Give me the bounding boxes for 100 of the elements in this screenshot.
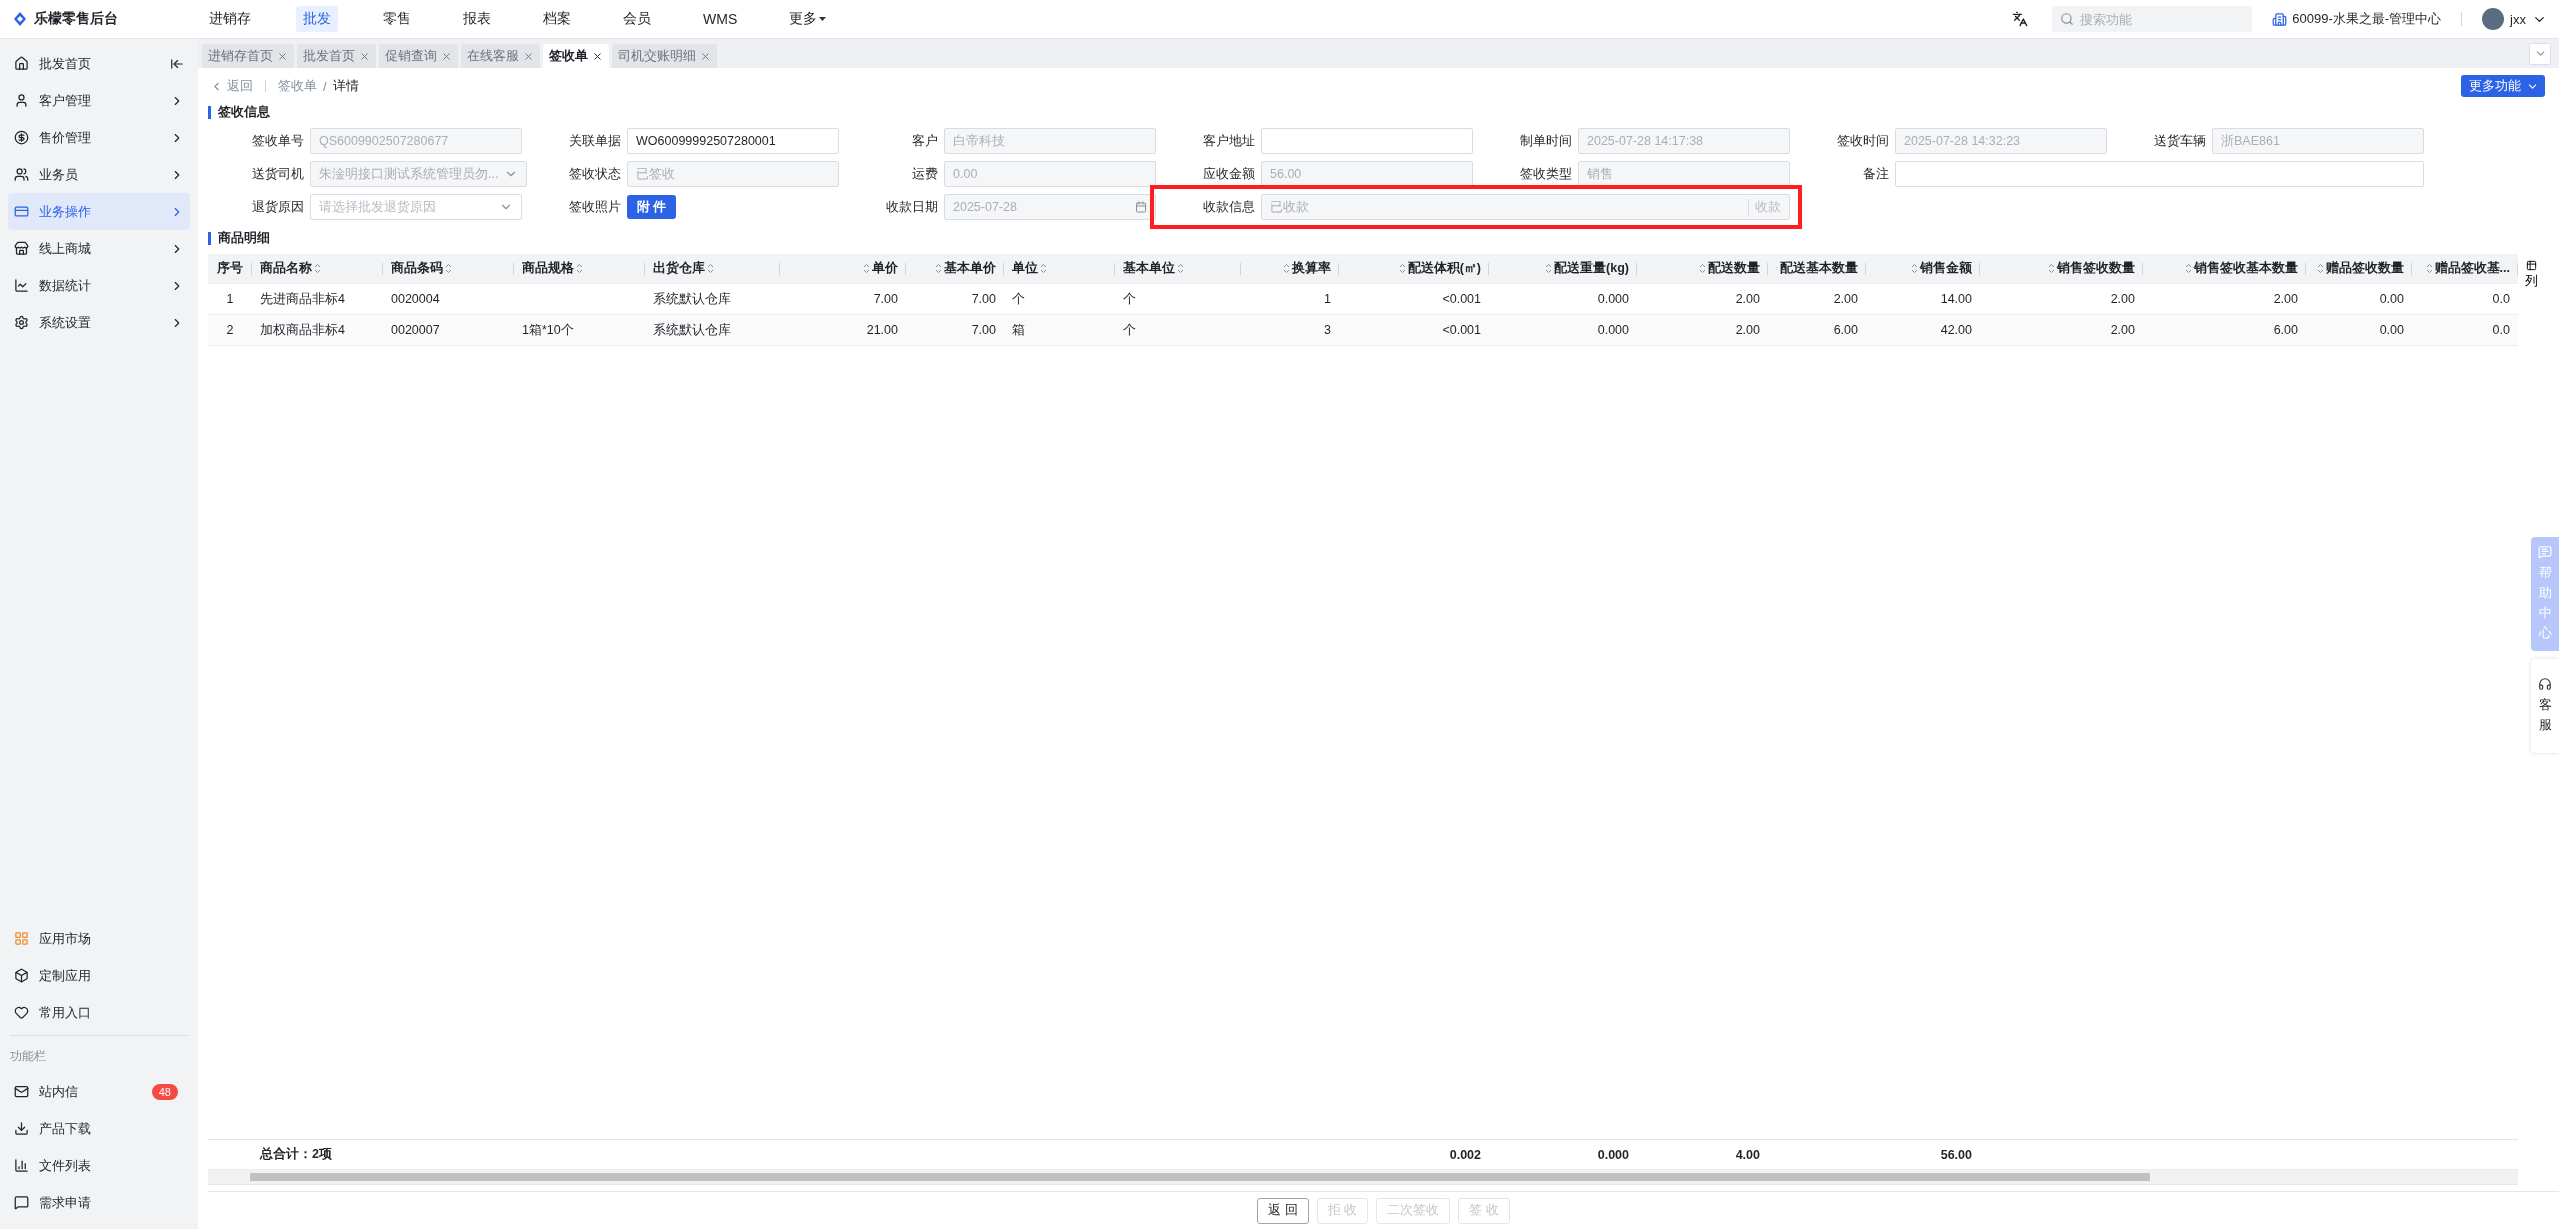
- nav-menu-item[interactable]: 批发: [296, 6, 338, 32]
- sidebar-item[interactable]: 业务操作: [8, 193, 190, 230]
- table-cell-text: 加权商品非标4: [259, 321, 346, 339]
- footer-button[interactable]: 返 回: [1257, 1197, 1309, 1224]
- sort-icon[interactable]: [1398, 263, 1406, 274]
- field-label: 备注: [1862, 165, 1889, 183]
- column-header[interactable]: 商品规格: [514, 254, 645, 283]
- page-tab[interactable]: 司机交账明细: [612, 44, 717, 68]
- column-header[interactable]: 商品条码: [383, 254, 514, 283]
- customer-service-tab[interactable]: 客服: [2531, 659, 2559, 753]
- sort-icon[interactable]: [1177, 263, 1184, 274]
- collapse-sidebar-icon[interactable]: [170, 56, 184, 71]
- attachment-button[interactable]: 附 件: [627, 195, 677, 219]
- column-header[interactable]: 单位: [1004, 254, 1115, 283]
- user-avatar[interactable]: [2482, 8, 2505, 30]
- settings-icon: [14, 315, 29, 330]
- column-header[interactable]: 基本单价: [906, 254, 1004, 283]
- table-cell-text: 2.00: [2109, 291, 2136, 308]
- field-label: 关联单据: [568, 132, 621, 150]
- column-header[interactable]: 赠品签收数量: [2306, 254, 2412, 283]
- nav-menu-item[interactable]: WMS: [696, 7, 745, 31]
- field-label: 签收类型: [1519, 165, 1572, 183]
- sidebar-item[interactable]: 线上商城: [8, 230, 190, 267]
- page-tab[interactable]: 促销查询: [379, 44, 458, 68]
- column-header[interactable]: 配送重量(kg): [1489, 254, 1637, 283]
- more-functions-button[interactable]: 更多功能: [2461, 75, 2545, 97]
- nav-menu-item[interactable]: 更多: [782, 6, 834, 32]
- sort-icon[interactable]: [935, 263, 942, 274]
- column-header[interactable]: 配送基本数量: [1768, 254, 1866, 283]
- column-header[interactable]: 商品名称: [252, 254, 383, 283]
- sort-icon[interactable]: [314, 263, 321, 274]
- logo-icon: [12, 11, 28, 27]
- sort-icon[interactable]: [707, 263, 714, 274]
- tab-menu-button[interactable]: [2529, 42, 2551, 65]
- sidebar-item[interactable]: 业务员: [8, 156, 190, 193]
- sidebar-item[interactable]: 站内信 48: [8, 1073, 190, 1110]
- sort-icon[interactable]: [2425, 263, 2433, 274]
- page-tab[interactable]: 批发首页: [297, 44, 376, 68]
- sidebar-item[interactable]: 数据统计: [8, 267, 190, 304]
- page-tab[interactable]: 进销存首页: [202, 44, 294, 68]
- field-label: 退货原因: [251, 198, 304, 216]
- table-icon: [2525, 260, 2537, 271]
- sidebar-item[interactable]: 文件列表: [8, 1147, 190, 1184]
- sort-icon[interactable]: [576, 263, 583, 274]
- sort-icon[interactable]: [1283, 263, 1290, 274]
- sidebar-item[interactable]: 常用入口: [8, 994, 190, 1031]
- sort-icon[interactable]: [1911, 263, 1918, 274]
- sort-icon[interactable]: [2048, 263, 2055, 274]
- sort-icon[interactable]: [445, 263, 452, 274]
- nav-menu-item[interactable]: 档案: [536, 6, 578, 32]
- sidebar-item[interactable]: 批发首页: [8, 45, 190, 82]
- column-header[interactable]: 销售签收数量: [1980, 254, 2143, 283]
- sidebar-item[interactable]: 定制应用: [8, 957, 190, 994]
- column-header[interactable]: 单价: [780, 254, 906, 283]
- column-header[interactable]: 销售金额: [1866, 254, 1980, 283]
- sort-icon[interactable]: [2317, 263, 2324, 274]
- summary-cell-text: 4.00: [1734, 1146, 1761, 1164]
- search-field[interactable]: 搜索功能: [2052, 6, 2253, 32]
- column-header[interactable]: 基本单位: [1115, 254, 1241, 283]
- nav-menu-item[interactable]: 进销存: [202, 6, 258, 32]
- column-header[interactable]: 配送数量: [1637, 254, 1768, 283]
- sort-icon[interactable]: [863, 263, 870, 274]
- column-header[interactable]: 出货仓库: [645, 254, 780, 283]
- close-icon[interactable]: [592, 50, 603, 62]
- sort-icon[interactable]: [1040, 263, 1047, 274]
- sidebar-item[interactable]: 需求申请: [8, 1184, 190, 1221]
- column-header[interactable]: 换算率: [1241, 254, 1339, 283]
- nav-menu-item[interactable]: 零售: [376, 6, 418, 32]
- column-header[interactable]: 赠品签收基...: [2412, 254, 2518, 283]
- page-tab[interactable]: 在线客服: [461, 44, 540, 68]
- sort-icon[interactable]: [2185, 263, 2192, 274]
- column-header[interactable]: 配送体积(㎡): [1339, 254, 1489, 283]
- nav-menu-item[interactable]: 会员: [616, 6, 658, 32]
- sidebar-item[interactable]: 系统设置: [8, 304, 190, 341]
- back-link[interactable]: 返回: [210, 77, 253, 95]
- field-label: 收款信息: [1202, 198, 1255, 216]
- sort-icon[interactable]: [1699, 263, 1706, 274]
- breadcrumb-item[interactable]: 详情: [332, 77, 359, 95]
- column-header[interactable]: 销售签收基本数量: [2143, 254, 2306, 283]
- field-label: 送货司机: [251, 165, 304, 183]
- sort-icon[interactable]: [1545, 263, 1553, 274]
- input-field[interactable]: WO60099992507280001: [627, 128, 839, 154]
- horizontal-scrollbar[interactable]: [208, 1170, 2518, 1184]
- store-name[interactable]: 60099-水果之最-管理中心: [2292, 10, 2442, 28]
- nav-menu-item[interactable]: 报表: [456, 6, 498, 32]
- table-cell-text: <0.001: [1441, 291, 1482, 308]
- caret-icon: [819, 16, 827, 22]
- sidebar-item[interactable]: 售价管理: [8, 119, 190, 156]
- sidebar-item[interactable]: 产品下载: [8, 1110, 190, 1147]
- sidebar-item[interactable]: 客户管理: [8, 82, 190, 119]
- column-header[interactable]: 序号: [208, 254, 252, 283]
- field-label: 签收状态: [568, 165, 621, 183]
- user-name[interactable]: jxx: [2510, 11, 2526, 27]
- input-field[interactable]: [1895, 161, 2424, 187]
- sidebar-item[interactable]: 应用市场: [8, 920, 190, 957]
- input-field[interactable]: [1261, 128, 1473, 154]
- translate-icon[interactable]: [2012, 11, 2029, 27]
- table-cell-text: 个: [1011, 290, 1026, 308]
- table-cell-text: 21.00: [865, 322, 899, 339]
- page-tab[interactable]: 签收单: [543, 44, 609, 68]
